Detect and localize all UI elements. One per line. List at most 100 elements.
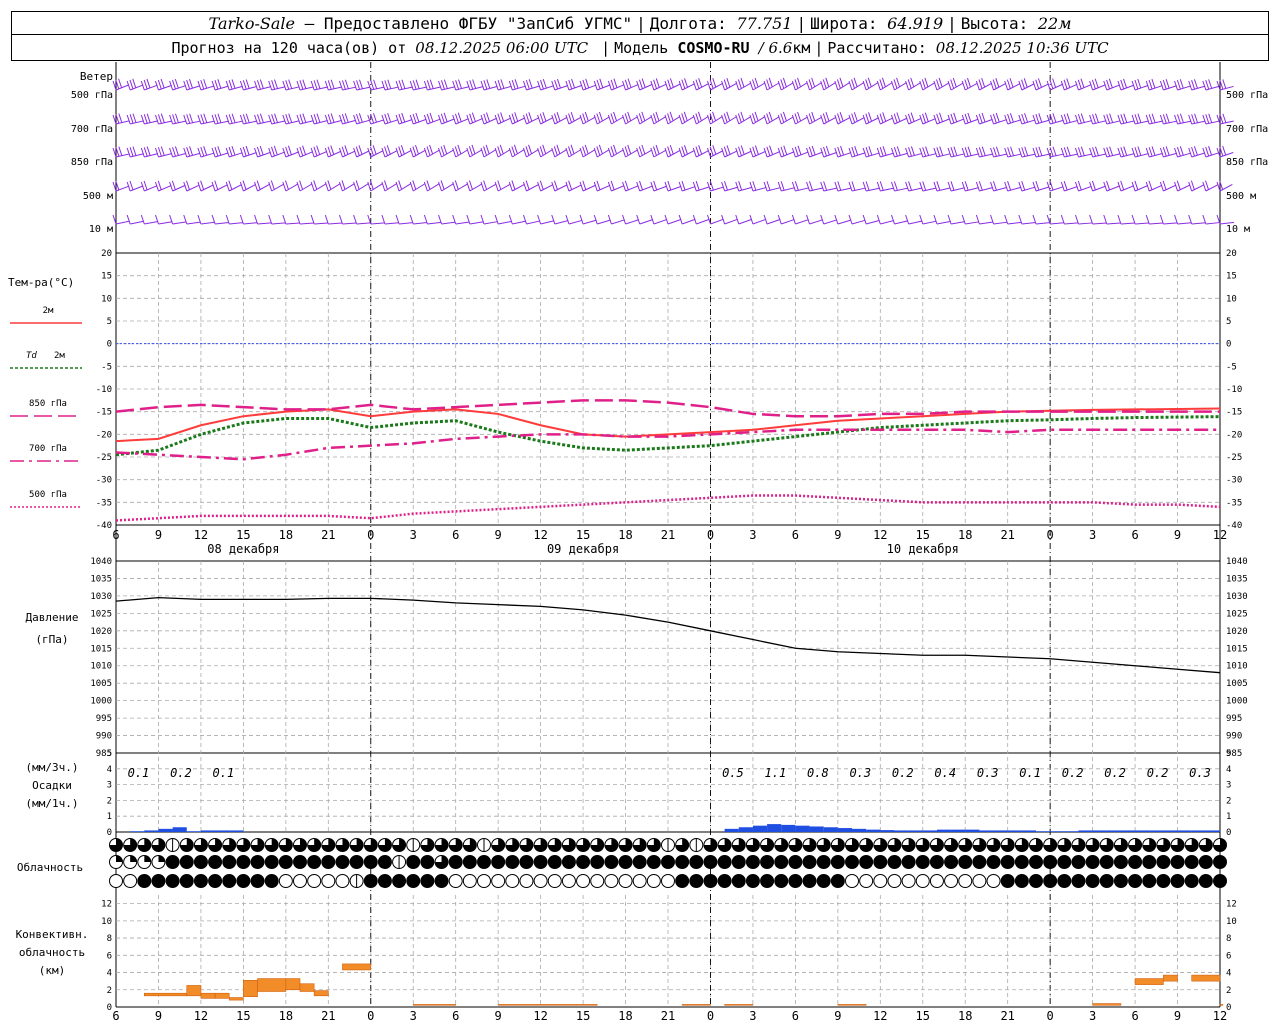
wind-barb-flag bbox=[172, 147, 176, 157]
cloud-symbol bbox=[675, 874, 690, 888]
wind-barb-staff bbox=[1163, 222, 1178, 225]
cloud-symbol bbox=[406, 874, 421, 888]
cloud-overcast-icon bbox=[519, 855, 534, 869]
wind-barb-flag bbox=[242, 80, 247, 90]
cloud-overcast-icon bbox=[1184, 874, 1199, 888]
cloud-overcast-icon bbox=[1057, 855, 1072, 869]
wind-barb-flag bbox=[1060, 80, 1065, 91]
wind-barb-flag bbox=[154, 214, 159, 225]
wind-barb-flag bbox=[641, 111, 646, 122]
wind-barb-flag bbox=[881, 77, 886, 87]
cloud-symbol bbox=[1043, 855, 1058, 869]
wind-barb-flag bbox=[865, 113, 870, 123]
wind-barb-flag bbox=[752, 113, 756, 123]
precip-bar bbox=[993, 830, 1008, 832]
cloud-symbol bbox=[774, 855, 789, 869]
wind-barb-flag bbox=[143, 79, 148, 90]
cloud-symbol bbox=[618, 874, 633, 888]
wind-barb-flag bbox=[356, 80, 361, 90]
cloud-symbol bbox=[1142, 838, 1157, 852]
wind-barb-flag bbox=[1108, 78, 1113, 88]
wind-barb-flag bbox=[140, 214, 145, 225]
wind-barb-flag bbox=[1018, 147, 1023, 158]
wind-barb-flag bbox=[140, 114, 145, 125]
wind-barb-flag bbox=[525, 146, 530, 156]
cloud-symbol bbox=[1057, 855, 1072, 869]
wind-barb-flag bbox=[1052, 113, 1057, 123]
wind-barb-flag bbox=[754, 111, 759, 122]
cloud-overcast-icon bbox=[1213, 874, 1227, 888]
cloud-overcast-icon bbox=[406, 874, 421, 888]
wind-barb-flag bbox=[514, 79, 519, 89]
wind-barb-flag bbox=[440, 146, 445, 156]
cloud-clear-icon bbox=[590, 874, 605, 888]
time-tick-label: 12 bbox=[194, 528, 208, 542]
wind-barb-flag bbox=[1021, 180, 1026, 191]
wind-barb-flag bbox=[214, 180, 219, 190]
conv-cloud-bar bbox=[724, 1004, 754, 1006]
cloud-scattered-icon bbox=[116, 855, 123, 862]
wind-barb-flag bbox=[1137, 146, 1142, 156]
cloud-symbol bbox=[816, 874, 831, 888]
cloud-overcast-icon bbox=[1113, 874, 1128, 888]
cloud-symbol bbox=[278, 874, 293, 888]
wind-barb-staff bbox=[399, 222, 414, 225]
wind-barb-flag bbox=[254, 80, 259, 91]
precip-bar bbox=[837, 828, 852, 832]
wind-barb-flag bbox=[808, 113, 813, 123]
time-tick-label: 6 bbox=[452, 528, 459, 542]
wind-barb-flag bbox=[288, 79, 293, 89]
wind-barb-flag bbox=[867, 77, 872, 87]
cloud-axis-label: Облачность bbox=[17, 861, 83, 874]
wind-level-label-right: 500 гПа bbox=[1226, 90, 1268, 101]
wind-barb-flag bbox=[882, 146, 887, 156]
wind-barb-flag bbox=[551, 214, 556, 225]
wind-barb-flag bbox=[933, 147, 938, 158]
wind-barb-flag bbox=[126, 214, 131, 225]
wind-barb-flag bbox=[143, 114, 148, 124]
wind-barb-flag bbox=[401, 112, 406, 123]
cloud-overcast-icon bbox=[208, 874, 223, 888]
wind-barb-flag bbox=[922, 181, 927, 191]
conv-cloud-bar bbox=[257, 978, 287, 992]
cloud-overcast-icon bbox=[703, 855, 718, 869]
wind-barb-flag bbox=[423, 181, 428, 192]
wind-barb-flag bbox=[508, 114, 513, 125]
wind-barb-flag bbox=[160, 78, 165, 89]
wind-barb-flag bbox=[879, 79, 884, 89]
cloud-symbol bbox=[901, 855, 916, 869]
wind-barb-flag bbox=[1106, 147, 1111, 157]
wind-barb-flag bbox=[936, 113, 941, 124]
cloud-overcast-icon bbox=[1170, 855, 1185, 869]
wind-barb-flag bbox=[183, 80, 188, 91]
wind-barb-flag bbox=[1077, 79, 1082, 89]
cloud-symbol bbox=[193, 874, 208, 888]
cloud-symbol bbox=[406, 855, 421, 869]
wind-barb-staff bbox=[681, 218, 696, 225]
pressure-tick-label-right: 1000 bbox=[1226, 697, 1248, 707]
cloud-symbol bbox=[689, 855, 704, 869]
wind-barb-flag bbox=[367, 80, 372, 91]
wind-barb-flag bbox=[457, 112, 462, 122]
wind-barb-flag bbox=[508, 80, 513, 91]
wind-barb-flag bbox=[1106, 79, 1111, 90]
wind-barb-flag bbox=[811, 77, 816, 88]
wind-barb-flag bbox=[837, 146, 842, 157]
wind-barb-staff bbox=[965, 221, 980, 225]
wind-barb-flag bbox=[919, 114, 924, 125]
time-tick-label: 6 bbox=[1131, 528, 1138, 542]
wind-barb-flag bbox=[794, 79, 799, 89]
wind-barb-flag bbox=[330, 113, 335, 123]
wind-barb-staff bbox=[1106, 222, 1121, 225]
day-label: 10 декабря bbox=[887, 542, 959, 556]
wind-barb-flag bbox=[613, 144, 618, 155]
cloud-symbol bbox=[618, 855, 633, 869]
wind-barb-flag bbox=[768, 111, 773, 122]
cloud-overcast-icon bbox=[1057, 874, 1072, 888]
precip-3h-total: 0.4 bbox=[934, 766, 956, 780]
wind-barb-flag bbox=[458, 79, 462, 89]
cloud-symbol bbox=[675, 838, 690, 852]
wind-barb-flag bbox=[409, 80, 414, 91]
wind-barb-flag bbox=[200, 114, 205, 124]
wind-barb-flag bbox=[497, 146, 502, 156]
